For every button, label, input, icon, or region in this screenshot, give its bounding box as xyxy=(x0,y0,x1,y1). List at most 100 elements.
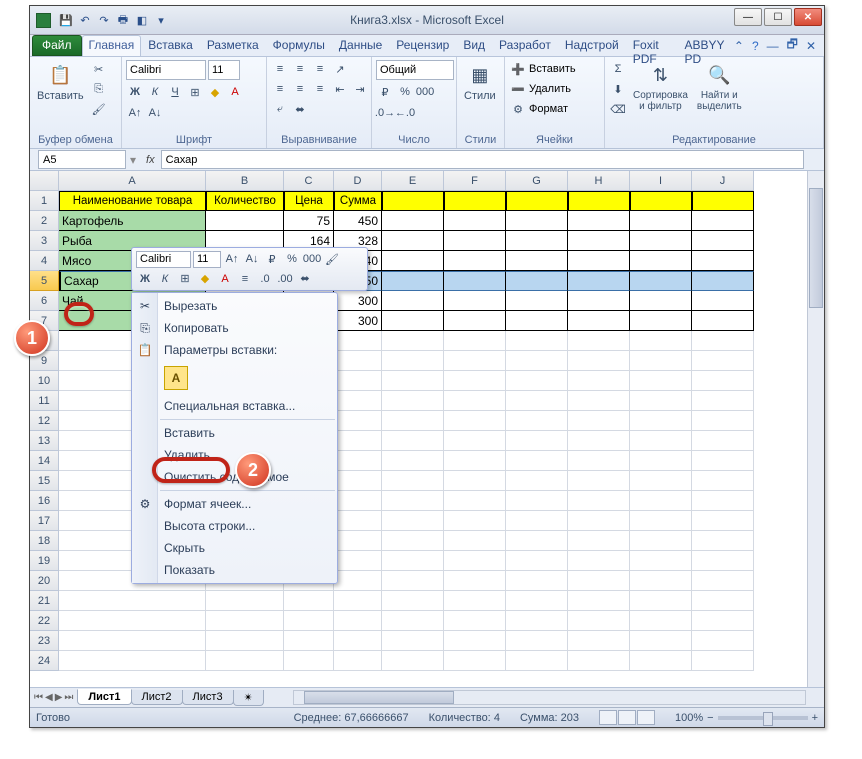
cell[interactable] xyxy=(444,291,506,311)
col-header-C[interactable]: C xyxy=(284,171,334,191)
cell[interactable] xyxy=(692,531,754,551)
fx-icon[interactable]: fx xyxy=(140,154,161,166)
cell[interactable] xyxy=(284,631,334,651)
dec-decimal-icon[interactable]: ←.0 xyxy=(396,104,414,122)
cell[interactable] xyxy=(630,191,692,211)
cell[interactable] xyxy=(568,231,630,251)
row-header-23[interactable]: 23 xyxy=(30,631,59,651)
cell[interactable] xyxy=(444,611,506,631)
cell[interactable] xyxy=(382,611,444,631)
cell[interactable] xyxy=(506,311,568,331)
row-header-16[interactable]: 16 xyxy=(30,491,59,511)
cell[interactable] xyxy=(334,431,382,451)
currency-icon[interactable]: ₽ xyxy=(376,83,394,101)
cell[interactable] xyxy=(444,251,506,271)
cell[interactable] xyxy=(206,631,284,651)
cells-format-button[interactable]: ⚙Формат xyxy=(509,100,576,118)
grow-font-icon[interactable]: A↑ xyxy=(126,104,144,122)
qat-preview-icon[interactable]: ◧ xyxy=(133,11,151,29)
align-bot-icon[interactable]: ≡ xyxy=(311,60,329,78)
cell[interactable] xyxy=(568,631,630,651)
sheet-nav-prev-icon[interactable]: ◀ xyxy=(45,692,53,703)
styles-button[interactable]: ▦ Стили xyxy=(461,60,499,104)
new-sheet-button[interactable]: ✴ xyxy=(233,690,264,706)
cell[interactable] xyxy=(692,291,754,311)
cell[interactable] xyxy=(206,591,284,611)
qat-print-icon[interactable]: 🖶 xyxy=(114,11,132,29)
cell[interactable] xyxy=(692,331,754,351)
mini-merge-icon[interactable]: ⬌ xyxy=(296,270,314,288)
cell[interactable] xyxy=(568,571,630,591)
cell[interactable] xyxy=(692,511,754,531)
cell[interactable] xyxy=(444,471,506,491)
cell[interactable] xyxy=(568,271,630,291)
tab-insert[interactable]: Вставка xyxy=(141,35,200,56)
cell[interactable] xyxy=(334,631,382,651)
tab-abbyy[interactable]: ABBYY PD xyxy=(678,35,734,56)
cell[interactable]: Сумма xyxy=(334,191,382,211)
comma-icon[interactable]: 000 xyxy=(416,83,434,101)
qat-undo-icon[interactable]: ↶ xyxy=(76,11,94,29)
cell[interactable] xyxy=(630,311,692,331)
cell[interactable] xyxy=(568,391,630,411)
cell[interactable] xyxy=(506,471,568,491)
cell[interactable] xyxy=(382,591,444,611)
cell[interactable] xyxy=(382,491,444,511)
cell[interactable] xyxy=(444,391,506,411)
cell[interactable] xyxy=(444,431,506,451)
cell[interactable] xyxy=(444,631,506,651)
mini-bold-icon[interactable]: Ж xyxy=(136,270,154,288)
ctx-format-cells[interactable]: ⚙Формат ячеек... xyxy=(132,493,337,515)
cell[interactable] xyxy=(630,391,692,411)
cut-icon[interactable]: ✂ xyxy=(90,60,108,78)
cell[interactable] xyxy=(382,651,444,671)
cell[interactable] xyxy=(630,551,692,571)
format-painter-icon[interactable]: 🖌 xyxy=(90,100,108,118)
cell[interactable] xyxy=(382,531,444,551)
col-header-F[interactable]: F xyxy=(444,171,506,191)
cell[interactable] xyxy=(382,211,444,231)
cell[interactable] xyxy=(568,211,630,231)
underline-button[interactable]: Ч xyxy=(166,83,184,101)
cell[interactable] xyxy=(382,571,444,591)
tab-layout[interactable]: Разметка xyxy=(200,35,266,56)
cell[interactable] xyxy=(59,591,206,611)
row-header-6[interactable]: 6 xyxy=(30,291,59,311)
row-header-12[interactable]: 12 xyxy=(30,411,59,431)
mini-decdec-icon[interactable]: .00 xyxy=(276,270,294,288)
cell[interactable] xyxy=(334,371,382,391)
mini-incdec-icon[interactable]: .0 xyxy=(256,270,274,288)
cell[interactable] xyxy=(692,371,754,391)
cell[interactable] xyxy=(506,191,568,211)
mini-size-combo[interactable]: 11 xyxy=(193,251,221,268)
cell[interactable] xyxy=(206,611,284,631)
align-top-icon[interactable]: ≡ xyxy=(271,60,289,78)
cell[interactable] xyxy=(630,591,692,611)
font-combo[interactable]: Calibri xyxy=(126,60,206,80)
cell[interactable] xyxy=(506,551,568,571)
cell[interactable] xyxy=(284,611,334,631)
cell[interactable] xyxy=(382,231,444,251)
cell[interactable] xyxy=(382,511,444,531)
sheet-nav-last-icon[interactable]: ⏭ xyxy=(64,692,73,703)
view-pagebreak-icon[interactable] xyxy=(637,710,655,725)
ribbon-minimize-icon[interactable]: ⌃ xyxy=(734,39,744,53)
vertical-scrollbar[interactable] xyxy=(807,171,824,691)
cell[interactable] xyxy=(630,251,692,271)
cell[interactable] xyxy=(630,231,692,251)
cell[interactable] xyxy=(506,271,568,291)
cell[interactable] xyxy=(630,511,692,531)
cell[interactable] xyxy=(444,331,506,351)
cell[interactable] xyxy=(630,211,692,231)
mini-format-painter-icon[interactable]: 🖌 xyxy=(323,250,341,268)
border-button[interactable]: ⊞ xyxy=(186,83,204,101)
cell[interactable] xyxy=(382,471,444,491)
sheet-tab-1[interactable]: Лист1 xyxy=(77,689,131,705)
horizontal-scrollbar[interactable] xyxy=(293,690,806,705)
cell[interactable] xyxy=(334,611,382,631)
cell[interactable] xyxy=(382,631,444,651)
minimize-button[interactable]: — xyxy=(734,8,762,26)
mini-fill-icon[interactable]: ◆ xyxy=(196,270,214,288)
cell[interactable] xyxy=(568,331,630,351)
cell[interactable] xyxy=(506,291,568,311)
